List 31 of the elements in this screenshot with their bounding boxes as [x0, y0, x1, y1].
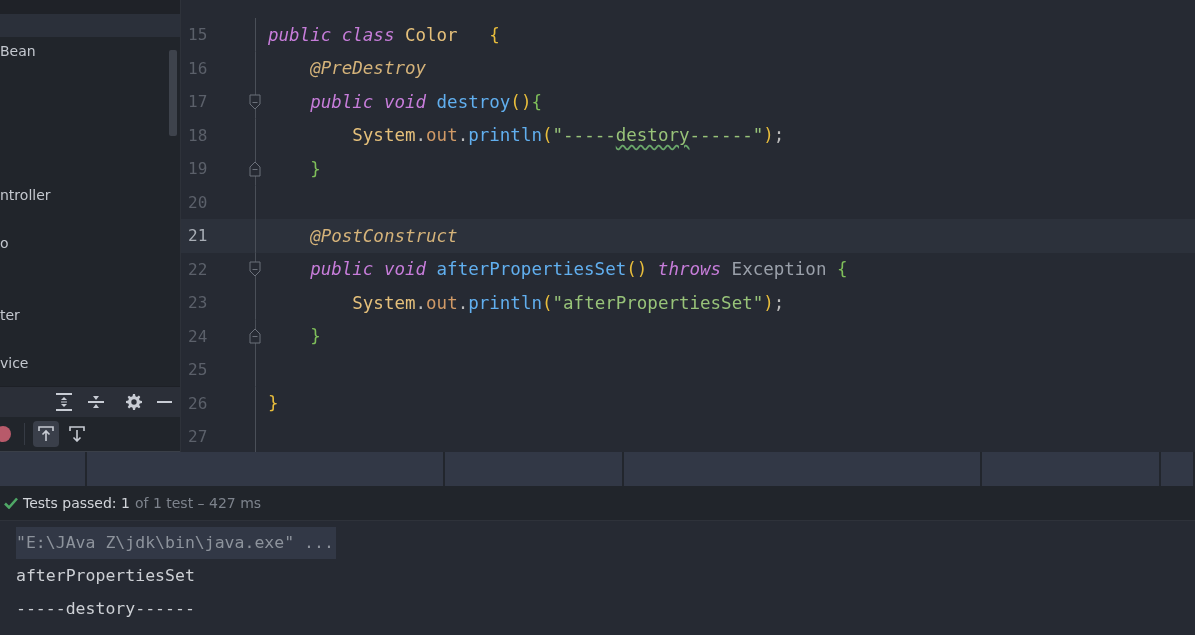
code-line: }	[309, 326, 321, 347]
export-up-icon	[38, 426, 54, 442]
test-detail: of 1 test – 427 ms	[134, 495, 262, 511]
fold-start-icon[interactable]	[249, 93, 261, 110]
code-line: @PreDestroy	[309, 58, 427, 79]
code-line: @PostConstruct	[309, 225, 458, 246]
line-number: 21	[187, 226, 209, 246]
code-line: public void destroy(){	[309, 91, 542, 112]
test-summary: Tests passed: 1	[23, 495, 130, 511]
tree-item[interactable]: o	[0, 231, 180, 255]
tree-item[interactable]: vice	[0, 351, 180, 375]
tree-item[interactable]: ter	[0, 303, 180, 327]
expand-all-icon[interactable]	[56, 393, 72, 411]
tree-item[interactable]: ntroller	[0, 183, 180, 207]
code-line: }	[309, 158, 321, 179]
fold-start-icon[interactable]	[249, 261, 261, 278]
console-line: -----destory------	[16, 598, 195, 620]
code-line: public void afterPropertiesSet() throws Exception {	[309, 259, 848, 280]
export-down-icon	[69, 426, 85, 442]
fold-end-icon[interactable]	[249, 328, 261, 345]
console-line: afterPropertiesSet	[16, 565, 195, 587]
code-line: }	[268, 393, 279, 414]
code-line: System.out.println("-----destory------");	[351, 125, 785, 146]
code-line: public class Color {	[268, 24, 500, 45]
scrollbar[interactable]	[169, 50, 177, 136]
code-line: System.out.println("afterPropertiesSet");	[351, 292, 785, 313]
export-up-button[interactable]	[33, 421, 59, 447]
collapse-all-icon[interactable]	[88, 393, 104, 411]
tree-item[interactable]: Bean	[0, 39, 180, 63]
fold-end-icon[interactable]	[249, 160, 261, 177]
settings-icon[interactable]	[126, 394, 142, 410]
